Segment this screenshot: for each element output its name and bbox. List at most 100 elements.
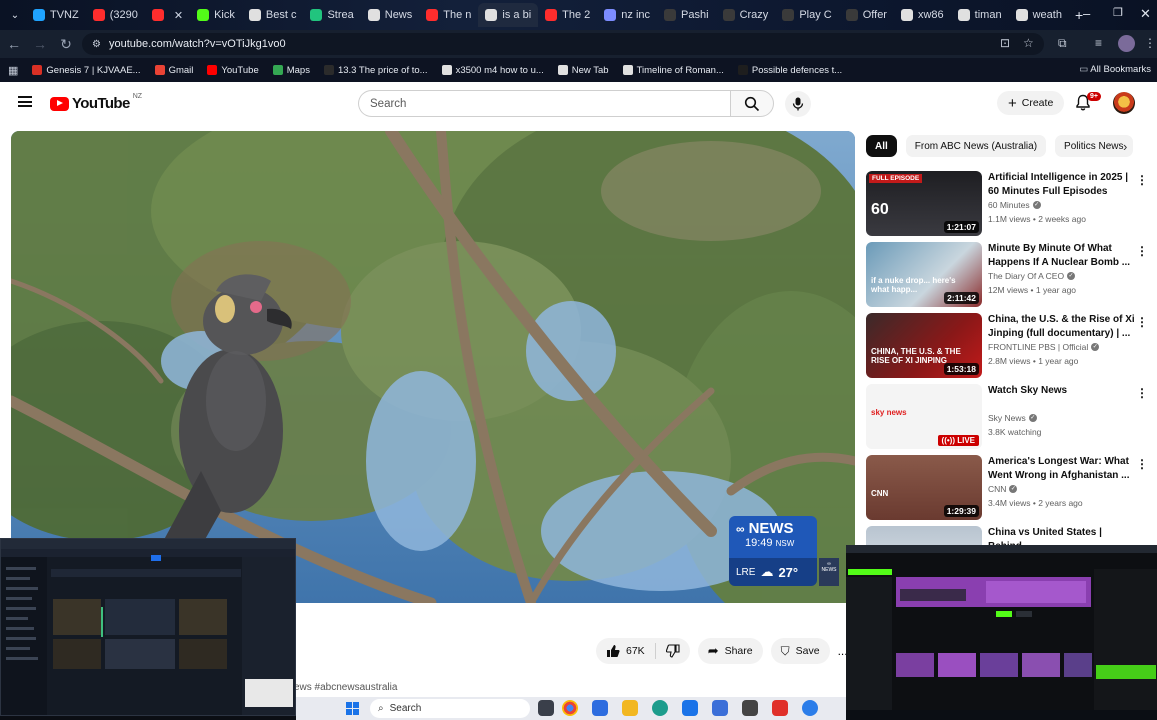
- like-button[interactable]: 67K: [606, 644, 645, 658]
- channel-name[interactable]: Sky News ✓: [988, 413, 1037, 423]
- browser-tab[interactable]: Kick: [190, 3, 242, 27]
- related-video-item[interactable]: CNN 1:29:39 America's Longest War: What We…: [866, 455, 1151, 521]
- chrome-menu-icon[interactable]: ⋮: [1144, 36, 1156, 50]
- bookmark-item[interactable]: Genesis 7 | KJVAAE...: [32, 65, 141, 76]
- back-icon[interactable]: ←: [2, 36, 26, 52]
- video-thumbnail[interactable]: CHINA, THE U.S. & THE RISE OF XI JINPING…: [866, 313, 982, 378]
- related-video-item[interactable]: sky news ((•)) LIVE Watch Sky News Sky News…: [866, 384, 1151, 450]
- taskbar-search[interactable]: ⌕ Search: [370, 699, 530, 718]
- youtube-logo[interactable]: YouTube NZ: [50, 93, 142, 112]
- video-title[interactable]: Watch Sky News: [988, 384, 1138, 398]
- maximize-button[interactable]: ❐: [1113, 6, 1123, 19]
- bookmark-item[interactable]: New Tab: [557, 65, 609, 76]
- related-video-item[interactable]: FULL EPISODE 60 1:21:07 Artificial Intellig…: [866, 171, 1151, 237]
- voice-search-button[interactable]: [785, 91, 811, 117]
- video-thumbnail[interactable]: FULL EPISODE 60 1:21:07: [866, 171, 982, 236]
- chrome-icon[interactable]: [562, 700, 578, 716]
- more-options-icon[interactable]: ⋮: [1136, 457, 1148, 471]
- minimize-button[interactable]: –: [1083, 6, 1090, 21]
- tab-search-button[interactable]: ⌄: [4, 10, 26, 21]
- search-button[interactable]: [730, 90, 774, 117]
- install-app-icon[interactable]: ⊡: [1000, 36, 1010, 50]
- all-bookmarks-button[interactable]: ▭ All Bookmarks: [1079, 64, 1151, 75]
- more-options-icon[interactable]: ⋮: [1136, 315, 1148, 329]
- channel-name[interactable]: CNN ✓: [988, 484, 1018, 494]
- more-options-icon[interactable]: ⋮: [1136, 244, 1148, 258]
- browser-tab[interactable]: weath: [1009, 3, 1069, 27]
- browser-tab[interactable]: Crazy: [716, 3, 776, 27]
- bookmark-item[interactable]: Timeline of Roman...: [622, 65, 724, 76]
- sidebar-icon[interactable]: ≡: [1095, 36, 1102, 50]
- share-button[interactable]: ➦ Share: [697, 638, 763, 664]
- create-button[interactable]: + Create: [997, 91, 1065, 115]
- mail-icon[interactable]: [682, 700, 698, 716]
- bookmark-item[interactable]: YouTube: [207, 65, 259, 76]
- browser-tab[interactable]: The 2: [538, 3, 597, 27]
- bookmark-item[interactable]: 13.3 The price of to...: [323, 65, 428, 76]
- forward-icon[interactable]: →: [28, 36, 52, 52]
- related-video-item[interactable]: if a nuke drop... here's what happ... 2:1…: [866, 242, 1151, 308]
- channel-name[interactable]: 60 Minutes ✓: [988, 200, 1041, 210]
- app-icon[interactable]: [802, 700, 818, 716]
- store-icon[interactable]: [712, 700, 728, 716]
- filter-chip[interactable]: All: [866, 135, 897, 157]
- bookmark-item[interactable]: Gmail: [154, 65, 193, 76]
- tab-close-icon[interactable]: ✕: [174, 9, 183, 22]
- related-video-item[interactable]: CHINA, THE U.S. & THE RISE OF XI JINPING…: [866, 313, 1151, 379]
- bookmark-item[interactable]: Maps: [272, 65, 310, 76]
- video-title[interactable]: China, the U.S. & the Rise of Xi Jinping…: [988, 313, 1138, 340]
- filter-chip[interactable]: Politics News: [1055, 135, 1133, 157]
- browser-tab[interactable]: timan: [951, 3, 1009, 27]
- browser-tab[interactable]: is a bi: [478, 3, 539, 27]
- apps-grid-icon[interactable]: ▦: [8, 64, 18, 77]
- close-window-button[interactable]: ✕: [1140, 6, 1151, 22]
- more-options-icon[interactable]: ⋮: [1136, 173, 1148, 187]
- chevron-right-icon[interactable]: ›: [1123, 139, 1127, 154]
- channel-name[interactable]: The Diary Of A CEO ✓: [988, 271, 1076, 281]
- browser-tab[interactable]: ✕: [145, 3, 190, 27]
- browser-tab[interactable]: Pashi: [657, 3, 716, 27]
- edge-icon[interactable]: [652, 700, 668, 716]
- channel-name[interactable]: FRONTLINE PBS | Official ✓: [988, 342, 1100, 352]
- video-title[interactable]: America's Longest War: What Went Wrong i…: [988, 455, 1138, 482]
- browser-tab[interactable]: News: [361, 3, 420, 27]
- video-title[interactable]: Artificial Intelligence in 2025 | 60 Min…: [988, 171, 1138, 198]
- site-info-icon[interactable]: ⚙: [92, 39, 101, 50]
- video-thumbnail[interactable]: CNN 1:29:39: [866, 455, 982, 520]
- browser-tab[interactable]: Offer: [839, 3, 894, 27]
- save-button[interactable]: ⛉ Save: [770, 638, 830, 664]
- app-icon[interactable]: [742, 700, 758, 716]
- browser-tab[interactable]: Play C: [775, 3, 838, 27]
- search-input[interactable]: Search: [358, 90, 731, 117]
- app-icon[interactable]: [592, 700, 608, 716]
- browser-tab[interactable]: Best c: [242, 3, 304, 27]
- video-thumbnail[interactable]: sky news ((•)) LIVE: [866, 384, 982, 449]
- file-explorer-icon[interactable]: [622, 700, 638, 716]
- profile-avatar[interactable]: [1118, 35, 1135, 52]
- browser-tab[interactable]: xw86: [894, 3, 951, 27]
- more-options-icon[interactable]: ⋮: [1136, 386, 1148, 400]
- browser-tab[interactable]: TVNZ: [26, 3, 86, 27]
- menu-icon[interactable]: [18, 96, 32, 107]
- bookmark-item[interactable]: x3500 m4 how to u...: [441, 65, 544, 76]
- bookmark-item[interactable]: Possible defences t...: [737, 65, 842, 76]
- task-view-icon[interactable]: [538, 700, 554, 716]
- video-player[interactable]: ∞ NEWS 19:49 NSW LRE ☁ 27° ∞ NEWS: [11, 131, 855, 603]
- video-title[interactable]: Minute By Minute Of What Happens If A Nu…: [988, 242, 1138, 269]
- browser-tab[interactable]: (3290: [86, 3, 145, 27]
- windows-start-icon[interactable]: [346, 702, 359, 715]
- address-bar[interactable]: ⚙ youtube.com/watch?v=vOTiJkg1vo0: [82, 33, 1044, 55]
- extensions-icon[interactable]: ⧉: [1058, 36, 1067, 51]
- video-hashtags[interactable]: ews #abcnewsaustralia: [294, 682, 397, 693]
- account-avatar[interactable]: [1113, 92, 1135, 114]
- thumbs-down-icon[interactable]: [665, 644, 680, 658]
- app-icon[interactable]: [772, 700, 788, 716]
- bookmark-star-icon[interactable]: ☆: [1023, 36, 1034, 50]
- reload-icon[interactable]: ↻: [54, 36, 78, 53]
- filter-chip[interactable]: From ABC News (Australia): [905, 135, 1047, 157]
- browser-tab[interactable]: The n: [419, 3, 478, 27]
- browser-tab[interactable]: nz inc: [597, 3, 657, 27]
- browser-tab[interactable]: Strea: [303, 3, 360, 27]
- new-tab-button[interactable]: +: [1075, 7, 1083, 23]
- video-thumbnail[interactable]: if a nuke drop... here's what happ... 2:1…: [866, 242, 982, 307]
